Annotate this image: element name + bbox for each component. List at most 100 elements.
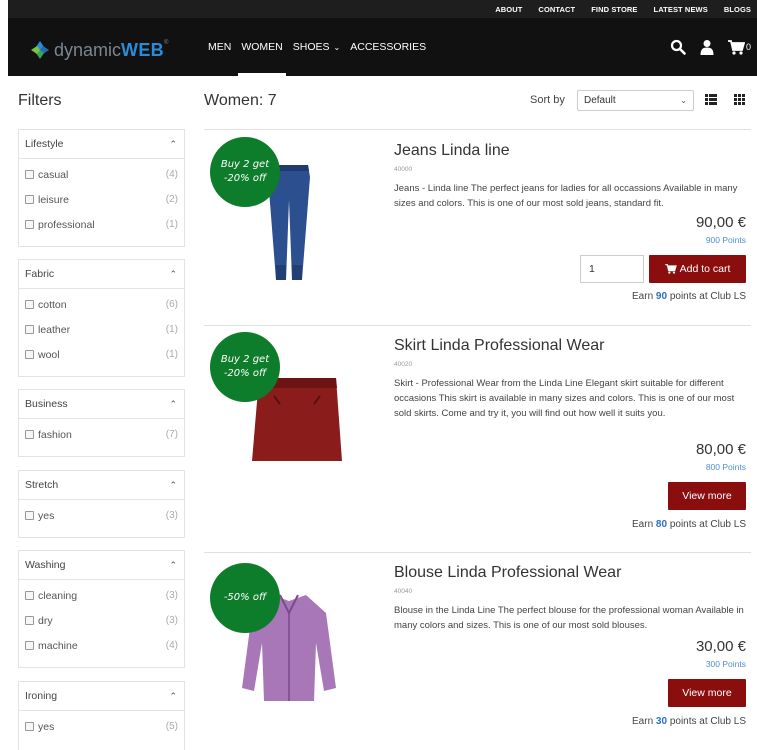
link-blogs[interactable]: BLOGS — [724, 5, 751, 14]
main-nav: MEN WOMEN SHOES ⌄ ACCESSORIES — [208, 18, 426, 76]
product-number: 40000 — [394, 166, 413, 173]
filter-option-text: casual — [38, 168, 69, 181]
product-description: Skirt - Professional Wear from the Linda… — [394, 378, 735, 419]
product-title[interactable]: Skirt Linda Professional Wear — [394, 337, 604, 355]
filter-option-label[interactable]: cotton — [25, 299, 67, 311]
filter-option: leisure (2) — [25, 187, 178, 212]
earn-prefix: Earn — [632, 519, 654, 530]
earn-suffix: points at Club LS — [669, 716, 746, 727]
filter-option-text: professional — [38, 218, 95, 231]
filter-option: yes (3) — [25, 503, 178, 528]
filter-option-label[interactable]: yes — [25, 721, 54, 733]
checkbox[interactable] — [25, 195, 34, 204]
filter-option: leather (1) — [25, 317, 178, 342]
filter-header[interactable]: Ironing ⌃ — [19, 682, 184, 711]
checkbox[interactable] — [25, 430, 34, 439]
checkbox[interactable] — [25, 325, 34, 334]
earn-points-value: 80 — [655, 519, 668, 530]
cart-icon[interactable]: 0 — [727, 39, 751, 55]
product-item: Buy 2 get -20% off Skirt Linda Profession… — [204, 326, 751, 552]
filter-option-label[interactable]: yes — [25, 510, 54, 522]
filter-option: cotton (6) — [25, 292, 178, 317]
filter-header[interactable]: Fabric ⌃ — [19, 260, 184, 289]
results-title: Women: 7 — [204, 92, 277, 109]
filter-option-label[interactable]: casual — [25, 169, 68, 181]
list-view-icon — [704, 93, 717, 105]
badge-line-1: Buy 2 get — [220, 354, 270, 365]
filter-option-label[interactable]: dry — [25, 615, 53, 627]
sort-select[interactable]: Default ⌄ — [577, 90, 694, 111]
link-about[interactable]: ABOUT — [495, 5, 522, 14]
link-find-store[interactable]: FIND STORE — [591, 5, 637, 14]
link-contact[interactable]: CONTACT — [538, 5, 575, 14]
view-more-button[interactable]: View more — [668, 679, 746, 707]
add-to-cart-button[interactable]: Add to cart — [649, 255, 746, 283]
nav-accessories-label: ACCESSORIES — [350, 41, 427, 53]
product-title[interactable]: Jeans Linda line — [394, 142, 510, 160]
nav-men-label: MEN — [208, 41, 232, 53]
filter-group-name: Washing — [25, 559, 66, 571]
filter-option-label[interactable]: leather — [25, 324, 70, 336]
checkbox[interactable] — [25, 170, 34, 179]
filter-option-count: (2) — [165, 194, 178, 205]
user-icon[interactable] — [700, 39, 714, 55]
filter-option-label[interactable]: professional — [25, 219, 95, 231]
product-title[interactable]: Blouse Linda Professional Wear — [394, 564, 621, 582]
grid-view-button[interactable] — [729, 89, 750, 109]
logo[interactable]: dynamic WEB ® — [30, 40, 168, 60]
badge-line-1: Buy 2 get — [220, 159, 270, 170]
filter-option-label[interactable]: cleaning — [25, 590, 77, 602]
add-to-cart-label: Add to cart — [679, 263, 731, 275]
link-latest-news[interactable]: LATEST NEWS — [654, 5, 708, 14]
search-icon[interactable] — [670, 39, 686, 55]
checkbox[interactable] — [25, 641, 34, 650]
chevron-up-icon: ⌃ — [169, 268, 177, 279]
view-more-label: View more — [682, 490, 732, 502]
filter-header[interactable]: Business ⌃ — [19, 390, 184, 419]
nav-accessories[interactable]: ACCESSORIES — [350, 18, 426, 76]
filter-option-count: (3) — [165, 615, 178, 626]
filter-option: casual (4) — [25, 162, 178, 187]
product-points: 900 Points — [705, 235, 746, 245]
filter-header[interactable]: Lifestyle ⌃ — [19, 130, 184, 159]
checkbox[interactable] — [25, 220, 34, 229]
checkbox[interactable] — [25, 616, 34, 625]
earn-points-value: 90 — [655, 291, 668, 302]
filter-group-name: Business — [25, 398, 68, 410]
product-item: Buy 2 get -20% off Jeans Linda line 40000… — [204, 130, 751, 325]
filter-option-count: (4) — [165, 640, 178, 651]
logo-mark-icon — [31, 41, 49, 59]
checkbox[interactable] — [25, 591, 34, 600]
view-more-button[interactable]: View more — [668, 482, 746, 510]
filter-option-text: yes — [38, 509, 55, 522]
checkbox[interactable] — [25, 300, 34, 309]
chevron-down-icon: ⌄ — [333, 42, 341, 52]
filter-option-text: dry — [38, 614, 53, 627]
logo-text-web: WEB — [121, 39, 164, 60]
discount-badge: -50% off — [210, 563, 280, 633]
checkbox[interactable] — [25, 350, 34, 359]
earn-points-value: 30 — [655, 716, 668, 727]
discount-badge: Buy 2 get -20% off — [210, 332, 280, 402]
filter-header[interactable]: Stretch ⌃ — [19, 471, 184, 500]
nav-women[interactable]: WOMEN — [238, 18, 287, 76]
checkbox[interactable] — [25, 511, 34, 520]
filter-option-text: cleaning — [38, 589, 78, 602]
discount-badge: Buy 2 get -20% off — [210, 137, 280, 207]
product-price: 30,00 € — [695, 638, 746, 655]
filter-header[interactable]: Washing ⌃ — [19, 551, 184, 580]
list-view-button[interactable] — [700, 89, 721, 109]
filter-option-label[interactable]: fashion — [25, 429, 72, 441]
nav-shoes[interactable]: SHOES ⌄ — [293, 18, 340, 76]
filter-option-label[interactable]: machine — [25, 640, 78, 652]
filter-option-label[interactable]: leisure — [25, 194, 69, 206]
nav-men[interactable]: MEN — [208, 18, 231, 76]
filter-group-name: Lifestyle — [25, 138, 64, 150]
filters-title: Filters — [18, 92, 62, 109]
badge-line-2: -20% off — [223, 173, 267, 184]
chevron-up-icon: ⌃ — [169, 479, 177, 490]
filter-option-label[interactable]: wool — [25, 349, 60, 361]
filter-option-count: (4) — [165, 169, 178, 180]
quantity-input[interactable]: 1 — [580, 255, 644, 283]
checkbox[interactable] — [25, 722, 34, 731]
